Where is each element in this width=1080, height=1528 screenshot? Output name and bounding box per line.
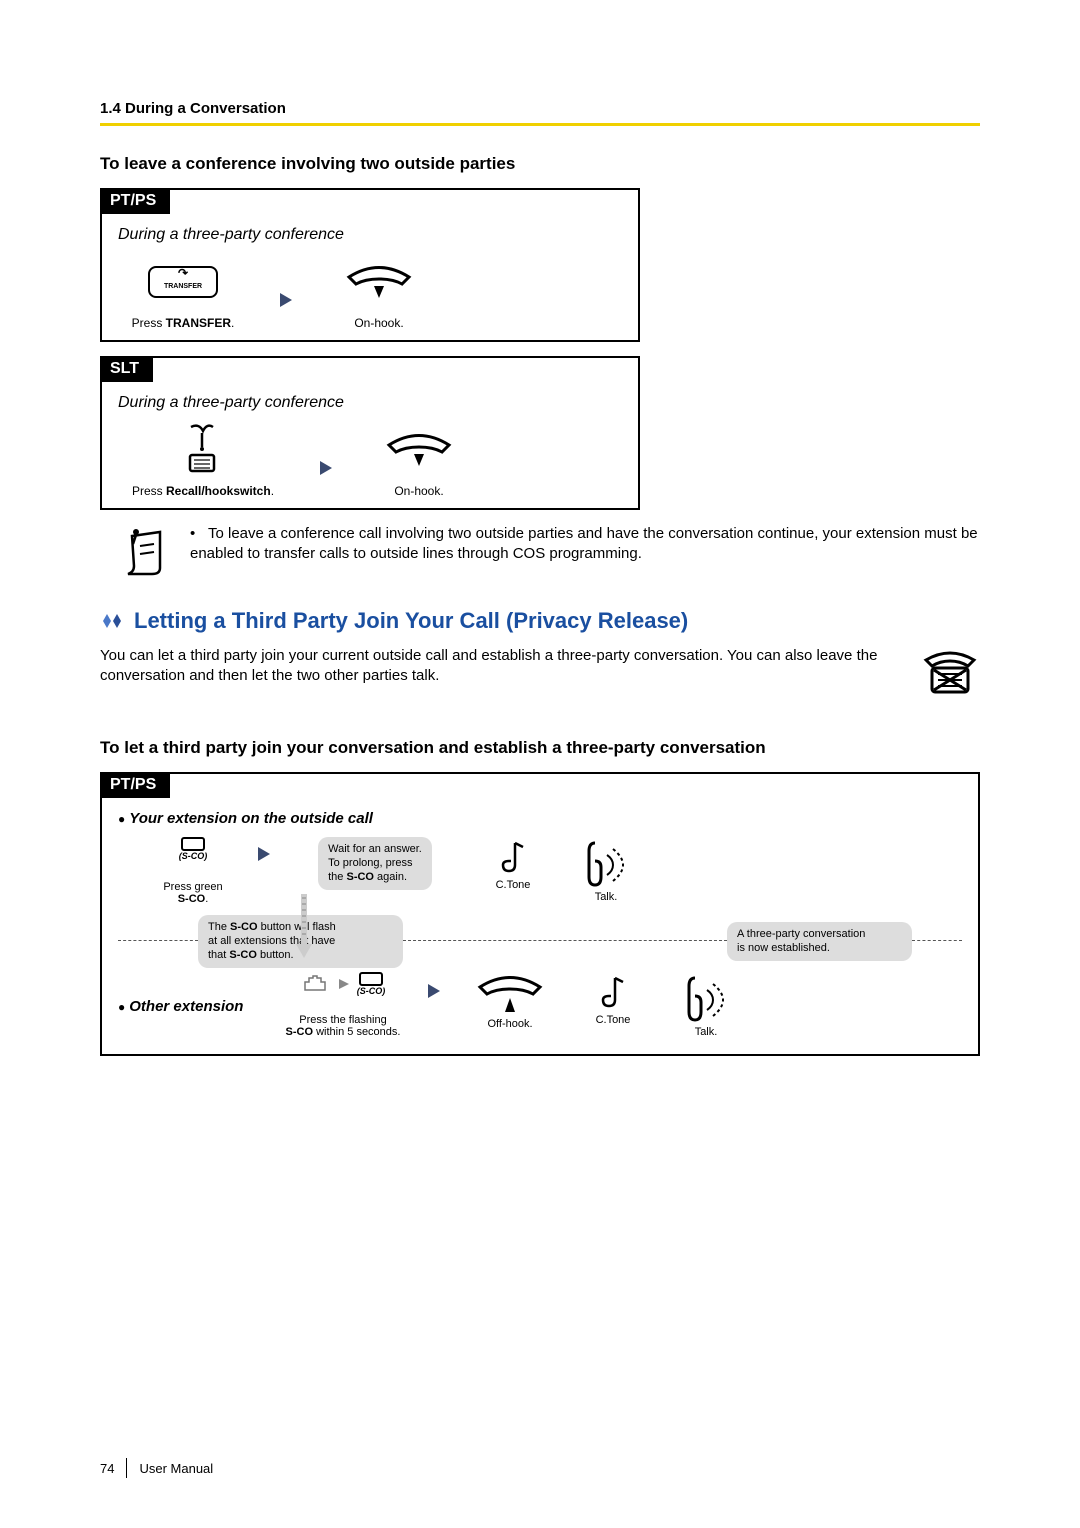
talk-label: Talk.	[595, 891, 618, 903]
ctone-icon	[597, 972, 629, 1014]
note-text: To leave a conference call involving two…	[190, 525, 978, 562]
row1-step1: Press green S-CO.	[163, 881, 222, 905]
row1-callout: Wait for an answer. To prolong, press th…	[318, 837, 432, 890]
talk-label: Talk.	[695, 1026, 718, 1038]
hand-icon	[301, 972, 331, 996]
pt-device-icon	[920, 646, 980, 698]
sco-button-icon	[181, 837, 205, 851]
ptps-step2-caption: On-hook.	[354, 316, 403, 330]
down-arrow-icon	[292, 894, 316, 964]
row2-title: Other extension	[118, 972, 268, 1015]
leave-conf-title: To leave a conference involving two outs…	[100, 154, 980, 174]
recall-hookswitch-icon	[173, 421, 233, 479]
transfer-button-icon: TRANSFER	[148, 266, 218, 298]
sco-label: (S-CO)	[357, 986, 386, 996]
footer-label: User Manual	[139, 1461, 213, 1476]
section-header: 1.4 During a Conversation	[100, 100, 980, 117]
arrow-icon	[278, 291, 294, 309]
sco-label: (S-CO)	[179, 851, 208, 861]
row1-title: Your extension on the outside call	[118, 810, 962, 827]
privacy-tab: PT/PS	[100, 772, 170, 798]
arrow-icon	[318, 459, 334, 477]
privacy-intro: You can let a third party join your curr…	[100, 646, 900, 698]
on-hook-icon	[384, 430, 454, 470]
talk-icon	[579, 837, 633, 891]
sco-button-icon	[359, 972, 383, 986]
note-row: •To leave a conference call involving tw…	[120, 524, 980, 580]
ptps-proc-box: PT/PS During a three-party conference TR…	[100, 188, 640, 342]
page-number: 74	[100, 1461, 114, 1476]
bullet: •	[190, 524, 208, 544]
slt-proc-box: SLT During a three-party conference	[100, 356, 640, 510]
ptps-step1-caption: Press TRANSFER.	[132, 316, 235, 330]
slt-tab: SLT	[100, 356, 153, 382]
slt-step1-caption: Press Recall/hookswitch.	[132, 484, 274, 498]
arrow-icon	[337, 977, 351, 991]
ctone-label: C.Tone	[496, 879, 531, 891]
privacy-heading: Letting a Third Party Join Your Call (Pr…	[100, 608, 980, 634]
ptps-subtitle: During a three-party conference	[118, 226, 622, 244]
diamond-bullets-icon	[100, 611, 126, 631]
ptps-tab: PT/PS	[100, 188, 170, 214]
slt-subtitle: During a three-party conference	[118, 394, 622, 412]
ctone-icon	[497, 837, 529, 879]
footer-divider	[126, 1458, 127, 1478]
offhook-label: Off-hook.	[487, 1018, 532, 1030]
talk-icon	[679, 972, 733, 1026]
note-icon	[120, 524, 170, 580]
on-hook-icon	[344, 262, 414, 302]
arrow-icon	[256, 845, 272, 863]
privacy-proc-box: PT/PS Your extension on the outside call…	[100, 772, 980, 1056]
divider-right-callout: A three-party conversation is now establ…	[727, 922, 912, 962]
row2-step1: Press the flashing S-CO within 5 seconds…	[286, 1014, 401, 1038]
off-hook-icon	[475, 972, 545, 1018]
slt-step2-caption: On-hook.	[394, 484, 443, 498]
arrow-icon	[426, 982, 442, 1000]
privacy-subheading: To let a third party join your conversat…	[100, 738, 980, 758]
yellow-rule	[100, 123, 980, 126]
ctone-label: C.Tone	[596, 1014, 631, 1026]
page-footer: 74 User Manual	[100, 1458, 213, 1478]
